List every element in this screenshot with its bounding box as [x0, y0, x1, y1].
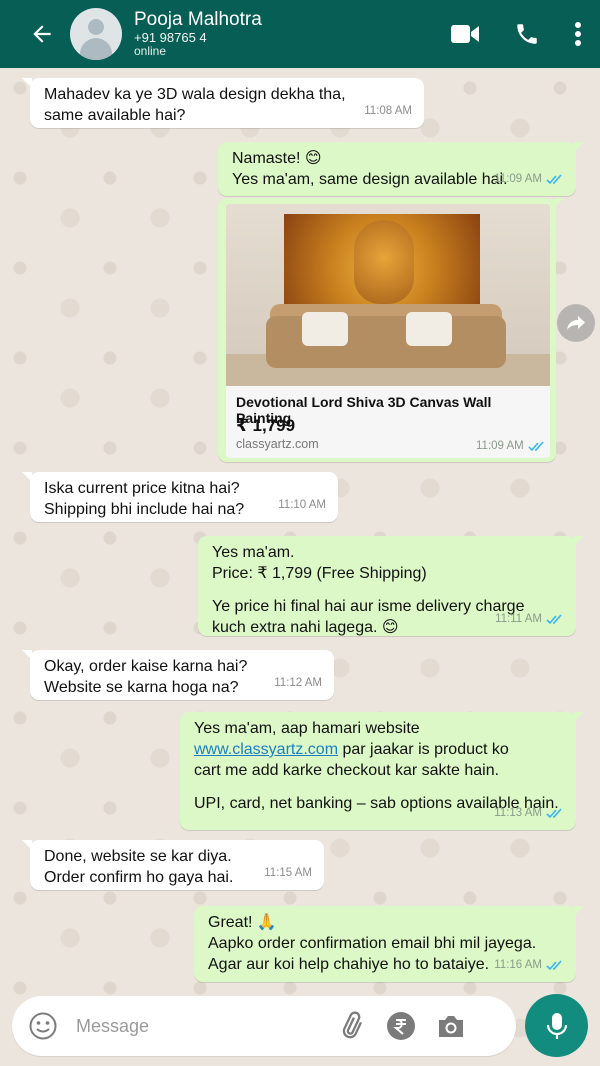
message-composer: [12, 996, 516, 1056]
product-domain: classyartz.com: [236, 437, 319, 451]
emoji-icon[interactable]: [28, 1011, 58, 1041]
rupee-icon[interactable]: [386, 1011, 416, 1041]
message-text: Namaste! 😊: [232, 150, 322, 167]
message-time: 11:10 AM: [278, 499, 326, 511]
product-preview-card[interactable]: Devotional Lord Shiva 3D Canvas Wall Pai…: [226, 204, 550, 458]
message-incoming[interactable]: Iska current price kitna hai? Shipping b…: [22, 472, 338, 522]
message-text: Yes ma'am, aap hamari website: [194, 720, 420, 737]
contact-status: online: [134, 44, 167, 59]
message-text: Price: ₹ 1,799 (Free Shipping): [212, 565, 427, 582]
product-image: [226, 204, 550, 386]
double-check-icon: [546, 960, 562, 971]
message-text: Great! 🙏: [208, 914, 277, 931]
message-time: 11:15 AM: [264, 867, 312, 879]
avatar[interactable]: [70, 8, 122, 60]
message-incoming[interactable]: Done, website se kar diya. Order confirm…: [22, 840, 324, 890]
message-time: 11:08 AM: [364, 105, 412, 117]
microphone-icon[interactable]: [525, 994, 588, 1057]
message-text: par jaakar is product ko: [342, 741, 509, 758]
message-outgoing[interactable]: Yes ma'am. Price: ₹ 1,799 (Free Shipping…: [198, 536, 584, 636]
double-check-icon: [546, 174, 562, 185]
message-text: Aapko order confirmation email bhi mil j…: [208, 935, 537, 952]
message-text: same available hai?: [44, 107, 186, 124]
message-time: 11:09 AM: [476, 440, 524, 452]
video-camera-icon[interactable]: [450, 23, 480, 45]
double-check-icon: [528, 440, 544, 451]
forward-icon[interactable]: [557, 304, 595, 342]
message-time: 11:13 AM: [494, 807, 542, 819]
contact-phone: +91 98765 4: [134, 29, 207, 45]
phone-icon[interactable]: [514, 21, 540, 47]
message-incoming[interactable]: Okay, order kaise karna hai? Website se …: [22, 650, 334, 700]
contact-info[interactable]: Pooja Malhotra +91 98765 4 online: [134, 9, 416, 60]
chat-header: Pooja Malhotra +91 98765 4 online: [0, 0, 600, 68]
message-time: 11:09 AM: [494, 173, 542, 185]
double-check-icon: [546, 614, 562, 625]
message-time: 11:11 AM: [495, 613, 542, 625]
more-vertical-icon[interactable]: [574, 21, 582, 47]
back-arrow-icon[interactable]: [22, 14, 62, 54]
message-outgoing[interactable]: Yes ma'am, aap hamari website www.classy…: [180, 712, 584, 830]
message-outgoing[interactable]: Great! 🙏 Aapko order confirmation email …: [194, 906, 584, 982]
camera-icon[interactable]: [436, 1013, 466, 1039]
website-link[interactable]: www.classyartz.com: [194, 741, 338, 758]
message-text: Mahadev ka ye 3D wala design dekha tha,: [44, 86, 346, 103]
product-price: ₹ 1,799: [236, 416, 296, 435]
message-outgoing[interactable]: Namaste! 😊 Yes ma'am, same design availa…: [218, 142, 584, 196]
message-time: 11:12 AM: [274, 677, 322, 689]
message-time: 11:16 AM: [494, 959, 542, 971]
message-input[interactable]: [76, 1015, 316, 1037]
paperclip-icon[interactable]: [336, 1011, 366, 1041]
message-text: cart me add karke checkout kar sakte hai…: [194, 762, 500, 779]
message-text: Yes ma'am.: [212, 544, 295, 561]
contact-name: Pooja Malhotra: [134, 8, 262, 30]
message-incoming[interactable]: Mahadev ka ye 3D wala design dekha tha, …: [22, 78, 424, 128]
double-check-icon: [546, 808, 562, 819]
